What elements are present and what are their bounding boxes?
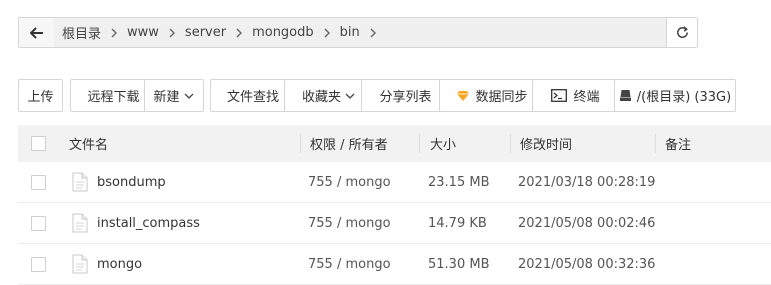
- column-divider[interactable]: [419, 134, 420, 153]
- table-row[interactable]: bsondump 755 / mongo 23.15 MB 2021/03/18…: [18, 162, 771, 203]
- select-all-checkbox[interactable]: [31, 136, 46, 151]
- crumb-bin[interactable]: bin: [340, 25, 360, 40]
- data-sync-button[interactable]: 数据同步: [439, 79, 545, 112]
- hard-drive-icon: [619, 90, 631, 101]
- share-list-button[interactable]: 分享列表: [361, 79, 450, 112]
- chevron-right-icon[interactable]: [366, 26, 380, 40]
- back-button[interactable]: [19, 18, 55, 47]
- row-checkbox[interactable]: [31, 257, 46, 272]
- chevron-down-icon: [184, 93, 193, 99]
- terminal-label: 终端: [573, 90, 600, 105]
- column-divider[interactable]: [300, 134, 301, 153]
- header-note[interactable]: 备注: [665, 125, 691, 162]
- remote-download-label: 远程下载: [87, 90, 140, 105]
- header-permission[interactable]: 权限 / 所有者: [310, 125, 388, 162]
- file-size: 14.79 KB: [428, 215, 487, 231]
- file-table: 文件名 权限 / 所有者 大小 修改时间 备注 bsondump 755 / m…: [18, 125, 771, 285]
- file-icon: [72, 213, 88, 233]
- table-header: 文件名 权限 / 所有者 大小 修改时间 备注: [18, 125, 771, 162]
- share-list-label: 分享列表: [379, 90, 432, 105]
- file-permission[interactable]: 755 / mongo: [308, 203, 391, 243]
- upload-button[interactable]: 上传: [18, 79, 63, 112]
- chevron-down-icon: [345, 93, 355, 99]
- file-permission[interactable]: 755 / mongo: [308, 162, 391, 202]
- terminal-button[interactable]: 终端: [532, 79, 619, 112]
- disk-button[interactable]: /(根目录) (33G): [614, 79, 736, 112]
- column-divider[interactable]: [655, 134, 656, 153]
- file-name[interactable]: mongo: [97, 244, 142, 284]
- row-checkbox[interactable]: [31, 175, 46, 190]
- path-bar: 根目录 www server mongodb bin: [18, 17, 698, 48]
- terminal-icon: [551, 89, 568, 102]
- chevron-right-icon: [169, 28, 175, 37]
- row-checkbox[interactable]: [31, 216, 46, 231]
- column-divider[interactable]: [510, 134, 511, 153]
- file-name[interactable]: bsondump: [97, 162, 166, 202]
- data-sync-label: 数据同步: [475, 90, 528, 105]
- new-label: 新建: [153, 90, 180, 105]
- file-mtime: 2021/05/08 00:32:36: [518, 256, 656, 272]
- new-dropdown-button[interactable]: 新建: [144, 79, 204, 112]
- file-icon: [72, 254, 88, 274]
- file-size: 23.15 MB: [428, 174, 490, 190]
- crumb-server[interactable]: server: [185, 25, 226, 40]
- chevron-right-icon: [324, 28, 330, 37]
- chevron-right-icon: [111, 28, 118, 37]
- crumb-www[interactable]: www: [127, 25, 159, 40]
- header-mtime[interactable]: 修改时间: [520, 125, 572, 162]
- crumb-root[interactable]: 根目录: [62, 23, 101, 42]
- arrow-left-icon: [29, 26, 43, 39]
- table-row[interactable]: mongo 755 / mongo 51.30 MB 2021/05/08 00…: [18, 244, 771, 285]
- refresh-icon: [676, 26, 688, 38]
- breadcrumb: 根目录 www server mongodb bin: [54, 18, 668, 47]
- disk-label: /(根目录) (33G): [636, 90, 732, 105]
- file-mtime: 2021/03/18 00:28:19: [518, 174, 656, 190]
- file-name[interactable]: install_compass: [97, 203, 200, 243]
- diamond-icon: [457, 90, 470, 101]
- file-mtime: 2021/05/08 00:02:46: [518, 215, 656, 231]
- crumb-mongodb[interactable]: mongodb: [252, 25, 314, 40]
- file-search-label: 文件查找: [226, 90, 279, 105]
- table-row[interactable]: install_compass 755 / mongo 14.79 KB 202…: [18, 203, 771, 244]
- header-filename[interactable]: 文件名: [69, 125, 108, 162]
- refresh-button[interactable]: [666, 18, 697, 47]
- file-icon: [72, 172, 88, 192]
- header-size[interactable]: 大小: [430, 125, 456, 162]
- file-size: 51.30 MB: [428, 256, 490, 272]
- upload-label: 上传: [27, 90, 54, 105]
- favorites-label: 收藏夹: [301, 90, 341, 105]
- file-permission[interactable]: 755 / mongo: [308, 244, 391, 284]
- chevron-right-icon: [236, 28, 243, 37]
